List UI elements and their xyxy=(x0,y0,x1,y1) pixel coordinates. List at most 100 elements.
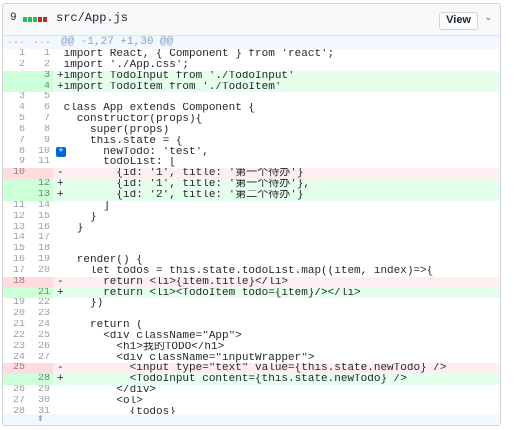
file-name[interactable]: src/App.js xyxy=(56,11,128,25)
diffstat-bar xyxy=(23,17,48,22)
old-line-number[interactable]: 15 xyxy=(3,244,28,255)
diff-line: 35 xyxy=(3,92,500,103)
old-line-number[interactable]: 4 xyxy=(3,103,28,114)
code-text: todoList: [ xyxy=(57,157,176,169)
add-comment-icon[interactable]: + xyxy=(56,146,66,157)
old-line-number[interactable] xyxy=(3,179,28,190)
old-line-number[interactable]: 7 xyxy=(3,136,28,147)
old-line-number[interactable]: 14 xyxy=(3,233,28,244)
diffstat-block xyxy=(28,17,32,22)
new-line-number[interactable]: 7 xyxy=(28,114,53,125)
chevron-down-icon[interactable]: ⌄ xyxy=(484,13,492,23)
view-button[interactable]: View xyxy=(439,12,478,30)
old-line-number[interactable]: 10 xyxy=(3,168,28,180)
code-text: import './App.css'; xyxy=(57,59,190,71)
old-line-number[interactable]: 9 xyxy=(3,157,28,168)
old-line-number[interactable] xyxy=(3,374,28,386)
change-count: 9 xyxy=(10,12,17,24)
new-line-number[interactable] xyxy=(28,363,53,375)
old-line-number[interactable]: 16 xyxy=(3,255,28,266)
new-line-number[interactable]: 17 xyxy=(28,233,53,244)
old-line-number[interactable]: 12 xyxy=(3,212,28,223)
code-text: import React, { Component } from 'react'… xyxy=(57,49,335,60)
old-line-number[interactable] xyxy=(3,81,28,93)
diff-line: 9 11 todoList: [ xyxy=(3,157,500,168)
diff-line: 13 16 } xyxy=(3,223,500,234)
new-line-number[interactable]: 19 xyxy=(28,255,53,266)
old-line-number[interactable]: 27 xyxy=(3,396,28,407)
code-text: +import TodoItem from './TodoItem' xyxy=(53,81,500,93)
new-line-number[interactable]: 30 xyxy=(28,396,53,407)
code-text: this.state = { xyxy=(57,135,183,147)
expand-old-ellipsis[interactable]: ... xyxy=(3,36,29,49)
old-line-number[interactable]: 3 xyxy=(3,92,28,103)
new-line-number[interactable]: 24 xyxy=(28,320,53,331)
new-line-number[interactable]: 25 xyxy=(28,331,53,342)
new-line-number[interactable]: 14 xyxy=(28,201,53,212)
new-line-number[interactable]: 23 xyxy=(28,309,53,320)
new-line-number[interactable]: 27 xyxy=(28,353,53,364)
new-line-number[interactable]: 4 xyxy=(28,81,53,93)
expand-new-ellipsis[interactable]: ... xyxy=(29,36,55,49)
new-line-number[interactable]: 20 xyxy=(28,266,53,277)
code-text: newTodo: 'test', xyxy=(57,146,209,158)
diff-line: 24 27 <div className="inputWrapper"> xyxy=(3,353,500,364)
old-line-number[interactable]: 5 xyxy=(3,114,28,125)
diff-file: 9 src/App.js View ⌄ ... ... @@ -1,27 +1,… xyxy=(2,3,501,426)
new-line-number[interactable]: 6 xyxy=(28,103,53,114)
old-line-number[interactable]: 22 xyxy=(3,331,28,342)
new-line-number[interactable]: 3 xyxy=(28,70,53,82)
old-line-number[interactable] xyxy=(3,189,28,201)
new-line-number[interactable]: 5 xyxy=(28,92,53,103)
code-text: <div className="App"> xyxy=(57,330,242,342)
old-line-number[interactable]: 24 xyxy=(3,353,28,364)
old-line-number[interactable]: 20 xyxy=(3,309,28,320)
new-line-number[interactable]: 1 xyxy=(28,49,53,60)
diff-lines: 11 import React, { Component } from 'rea… xyxy=(3,49,500,418)
diff-line: 28 + <TodoInput content={this.state.newTo… xyxy=(3,374,500,386)
old-line-number[interactable]: 25 xyxy=(3,363,28,375)
hunk-header: ... ... @@ -1,27 +1,30 @@ xyxy=(3,36,500,49)
old-line-number[interactable]: 18 xyxy=(3,276,28,288)
old-line-number[interactable]: 13 xyxy=(3,223,28,234)
diff-line: 46 class App extends Component { xyxy=(3,103,500,114)
diff-line: 26 29 </div> xyxy=(3,385,500,396)
new-line-number[interactable]: 18 xyxy=(28,244,53,255)
old-line-number[interactable]: 26 xyxy=(3,385,28,396)
new-line-number[interactable]: 29 xyxy=(28,385,53,396)
new-line-number[interactable]: 21 xyxy=(28,287,53,299)
new-line-number[interactable]: 2 xyxy=(28,60,53,71)
old-line-number[interactable]: 17 xyxy=(3,266,28,277)
old-line-number[interactable]: 6 xyxy=(3,125,28,136)
expand-footer[interactable]: ⬍ xyxy=(3,414,500,425)
old-line-number[interactable]: 23 xyxy=(3,342,28,353)
new-line-number[interactable]: 13 xyxy=(28,189,53,201)
old-line-number[interactable] xyxy=(3,287,28,299)
new-line-number[interactable]: 8 xyxy=(28,125,53,136)
new-line-number[interactable]: 11 xyxy=(28,157,53,168)
new-line-number[interactable] xyxy=(28,168,53,180)
new-line-number[interactable]: 22 xyxy=(28,298,53,309)
diff-line: 11 import React, { Component } from 'rea… xyxy=(3,49,500,60)
old-line-number[interactable]: 8 xyxy=(3,147,28,158)
new-line-number[interactable]: 12 xyxy=(28,179,53,190)
new-line-number[interactable]: 16 xyxy=(28,223,53,234)
old-line-number[interactable] xyxy=(3,70,28,82)
new-line-number[interactable]: 10 + xyxy=(28,146,66,158)
new-line-number[interactable]: 9 xyxy=(28,136,53,147)
old-line-number[interactable]: 19 xyxy=(3,298,28,309)
new-line-number[interactable]: 26 xyxy=(28,342,53,353)
code-text: render() { xyxy=(57,255,143,266)
diff-line: 21 + return <li><TodoItem todo={item}/></… xyxy=(3,287,500,299)
old-line-number[interactable]: 2 xyxy=(3,60,28,71)
old-line-number[interactable]: 21 xyxy=(3,320,28,331)
expand-icon[interactable]: ⬍ xyxy=(37,414,44,423)
new-line-number[interactable]: 15 xyxy=(28,212,53,223)
old-line-number[interactable]: 1 xyxy=(3,49,28,60)
new-line-number[interactable]: 28 xyxy=(28,374,53,386)
new-line-number[interactable] xyxy=(28,276,53,288)
diff-line: 13 + {id: '2', title: '第二个待办'} xyxy=(3,189,500,201)
old-line-number[interactable]: 11 xyxy=(3,201,28,212)
